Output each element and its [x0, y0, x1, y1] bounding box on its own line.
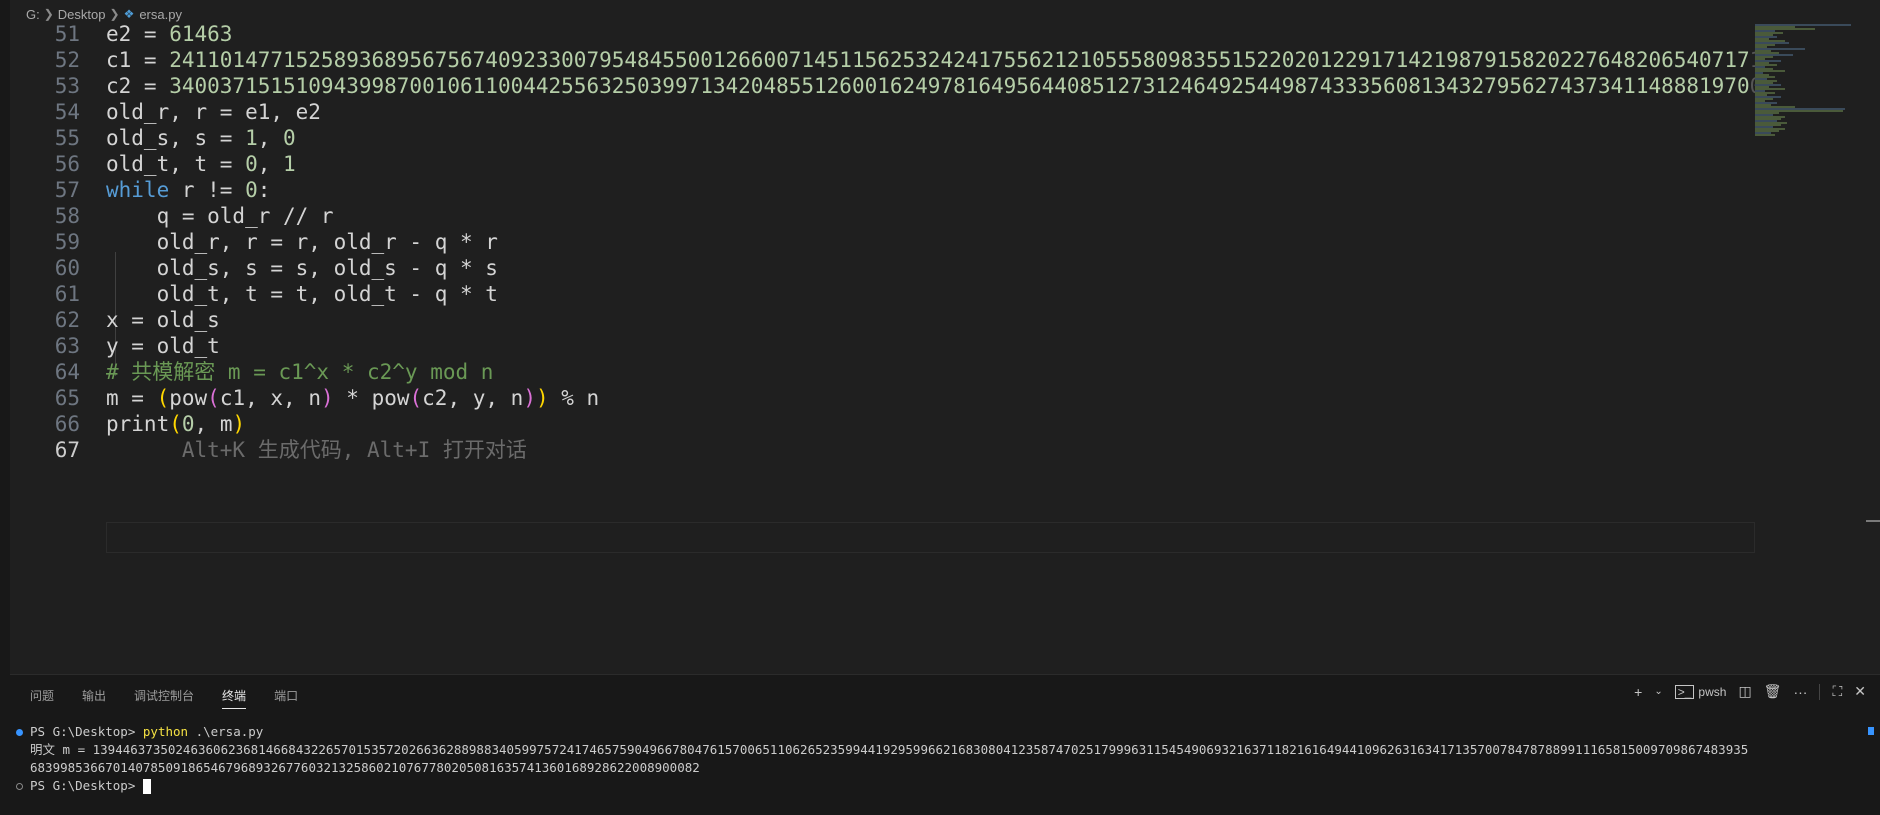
terminal-argument: .\ersa.py	[188, 724, 263, 739]
shell-name: pwsh	[1698, 685, 1726, 699]
panel-tab[interactable]: 问题	[30, 687, 54, 709]
divider	[1819, 684, 1820, 700]
line-number-gutter: 51 52 53 54 55 56 57 58 59 60 61 62 63 64 65 66 67	[10, 24, 108, 674]
terminal-output-line: 明文 m = 139446373502463606236814668432265…	[10, 741, 1880, 759]
terminal-profile[interactable]: >_ pwsh	[1675, 685, 1727, 699]
code-editor[interactable]: 51 52 53 54 55 56 57 58 59 60 61 62 63 64 65 66 67 e2 = …	[10, 24, 1755, 674]
code-line[interactable]: c2 = 34003715151094399870010611004425563…	[106, 71, 1755, 102]
panel-tab[interactable]: 调试控制台	[134, 687, 194, 709]
python-file-icon: ❖	[124, 7, 135, 21]
breadcrumb-file[interactable]: ersa.py	[139, 7, 182, 22]
minimap-line	[1755, 134, 1775, 136]
editor-scrollbar[interactable]	[1866, 520, 1880, 522]
line-number: 67	[10, 435, 80, 466]
breadcrumb-folder[interactable]: Desktop	[58, 7, 106, 22]
chevron-right-icon: ❯	[110, 7, 120, 21]
panel-actions: + ⌄ >_ pwsh ◫ 🗑 ··· ⛶ ✕	[1634, 683, 1866, 700]
close-icon[interactable]: ✕	[1854, 683, 1866, 700]
panel-tabs: 问题 输出 调试控制台 终端 端口	[30, 687, 298, 709]
terminal-prompt: PS G:\Desktop>	[30, 724, 143, 739]
terminal-cursor	[143, 779, 151, 794]
terminal-output[interactable]: PS G:\Desktop> python .\ersa.py 明文 m = 1…	[10, 723, 1880, 795]
more-actions-icon[interactable]: ···	[1793, 684, 1807, 700]
terminal-prompt: PS G:\Desktop>	[30, 778, 143, 793]
terminal-prompt-line: PS G:\Desktop>	[10, 777, 1880, 795]
breadcrumb-drive[interactable]: G:	[26, 7, 40, 22]
panel-tab[interactable]: 终端	[222, 687, 246, 709]
terminal-output-line: 6839985366701407850918654679689326776032…	[10, 759, 1880, 777]
terminal-command-line: PS G:\Desktop> python .\ersa.py	[10, 723, 1880, 741]
ai-hint: Alt+K 生成代码, Alt+I 打开对话	[106, 438, 527, 462]
terminal-output-text: 明文 m = 139446373502463606236814668432265…	[30, 742, 1748, 757]
code-line[interactable]: Alt+K 生成代码, Alt+I 打开对话	[106, 435, 527, 466]
terminal-icon: >_	[1675, 685, 1695, 699]
terminal-output-text: 6839985366701407850918654679689326776032…	[30, 760, 700, 775]
code-area[interactable]: e2 = 61463 c1 = 2411014771525893689567567…	[106, 24, 1755, 674]
chevron-right-icon: ❯	[44, 7, 54, 21]
new-terminal-icon[interactable]: +	[1634, 684, 1642, 700]
chevron-down-icon[interactable]: ⌄	[1654, 686, 1662, 697]
bottom-panel: 问题 输出 调试控制台 终端 端口 + ⌄ >_ pwsh ◫ 🗑 ··· ⛶ ✕ PS…	[10, 674, 1880, 815]
maximize-panel-icon[interactable]: ⛶	[1832, 683, 1842, 700]
activity-strip	[0, 0, 10, 815]
command-success-dot[interactable]	[16, 729, 23, 736]
split-terminal-icon[interactable]: ◫	[1738, 683, 1751, 700]
terminal-command: python	[143, 724, 188, 739]
terminal-scrollbar[interactable]	[1868, 727, 1874, 735]
panel-tab[interactable]: 输出	[82, 687, 106, 709]
command-decoration-dot[interactable]	[16, 783, 23, 790]
trash-icon[interactable]: 🗑	[1764, 683, 1782, 700]
panel-tab[interactable]: 端口	[274, 687, 298, 709]
minimap[interactable]	[1755, 24, 1865, 164]
